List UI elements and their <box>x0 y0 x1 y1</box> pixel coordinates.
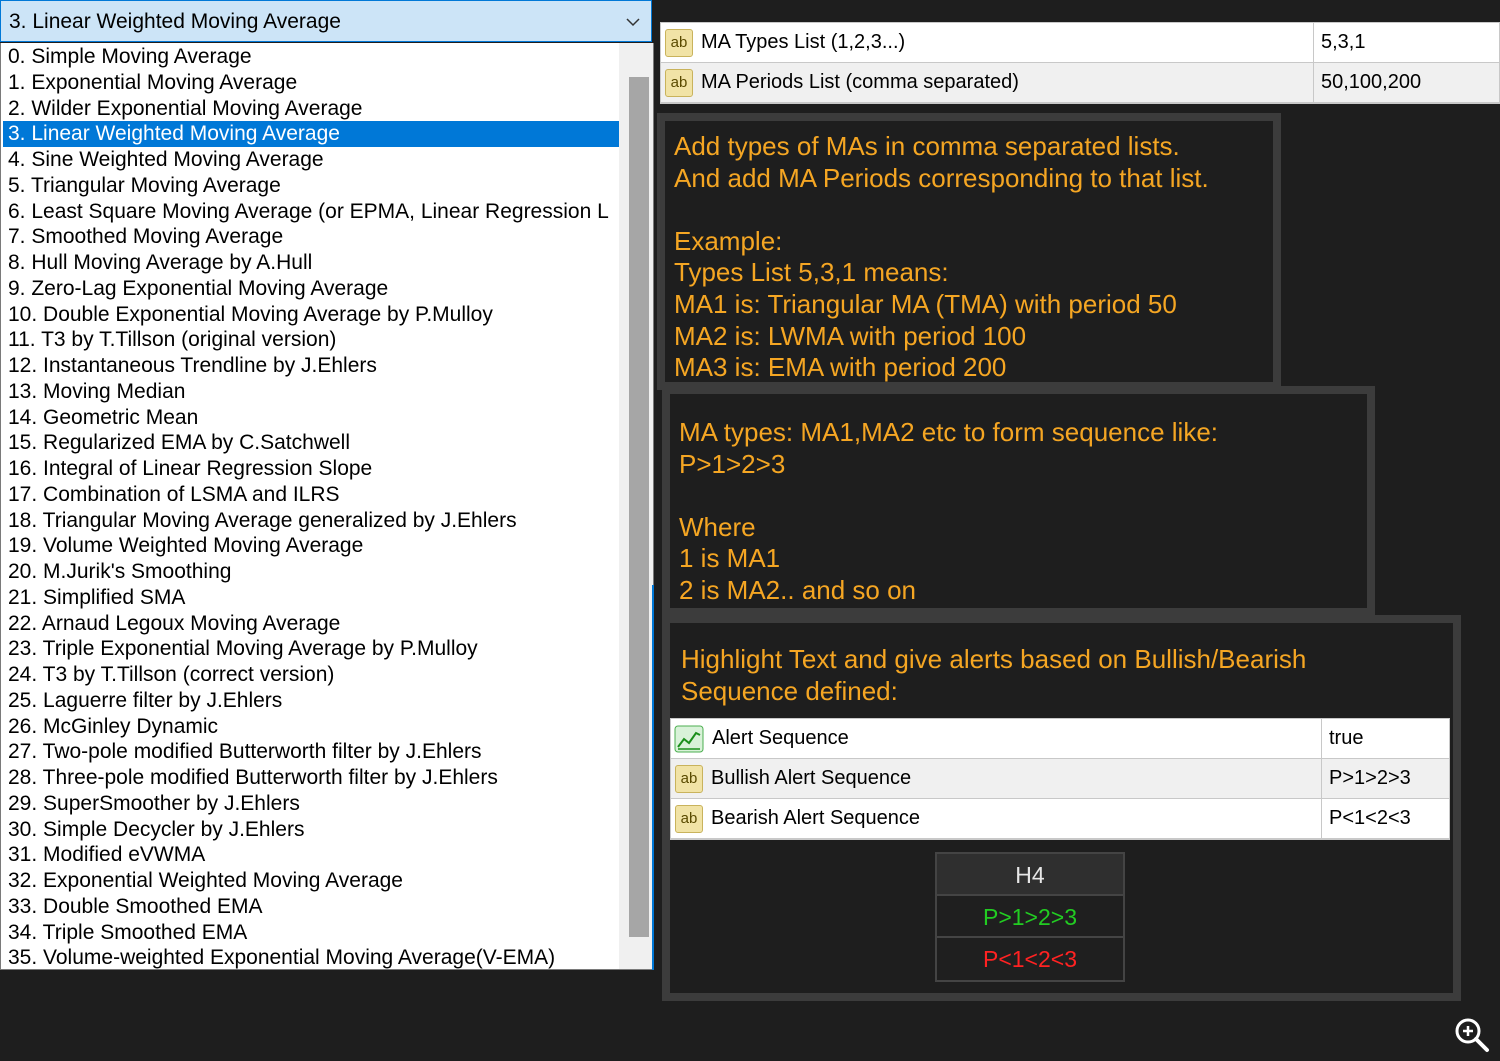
string-param-icon: ab <box>665 28 693 57</box>
column-divider <box>1321 719 1322 758</box>
dropdown-option[interactable]: 19. Volume Weighted Moving Average <box>3 533 619 559</box>
info-text-line: 2 is MA2.. and so on <box>679 574 917 605</box>
dropdown-options: 0. Simple Moving Average 1. Exponential M… <box>3 44 619 969</box>
info-text-line: 1 is MA1 <box>679 543 781 574</box>
param-value[interactable]: true <box>1329 727 1363 750</box>
dropdown-option[interactable]: 10. Double Exponential Moving Average by… <box>3 302 619 328</box>
string-param-icon: ab <box>675 764 703 793</box>
info-text-line: Where <box>679 511 756 542</box>
param-name: Alert Sequence <box>712 727 849 749</box>
dropdown-option[interactable]: 11. T3 by T.Tillson (original version) <box>3 327 619 353</box>
dropdown-option[interactable]: 27. Two-pole modified Butterworth filter… <box>3 739 619 765</box>
info-text-line: MA types: MA1,MA2 etc to form sequence l… <box>679 417 1219 447</box>
param-name: MA Types List (1,2,3...) <box>701 31 906 53</box>
bullish-sequence-label: P>1>2>3 <box>937 896 1123 938</box>
param-name: Bullish Alert Sequence <box>711 767 912 789</box>
bool-param-chart-icon <box>674 725 704 752</box>
ma-parameters-grid: ab MA Types List (1,2,3...) 5,3,1 ab MA … <box>660 22 1500 104</box>
string-param-icon: ab <box>665 68 693 97</box>
dropdown-option[interactable]: 17. Combination of LSMA and ILRS <box>3 482 619 508</box>
info-text-line: Types List 5,3,1 means: <box>674 257 949 288</box>
dropdown-option[interactable]: 13. Moving Median <box>3 379 619 405</box>
dropdown-option[interactable]: 8. Hull Moving Average by A.Hull <box>3 250 619 276</box>
sequence-status-table: H4 P>1>2>3 P<1<2<3 <box>935 852 1125 982</box>
dropdown-option[interactable]: 0. Simple Moving Average <box>3 44 619 70</box>
param-value[interactable]: P>1>2>3 <box>1329 767 1411 790</box>
info-text-line: And add MA Periods corresponding to that… <box>674 162 1209 193</box>
param-value[interactable]: 50,100,200 <box>1321 71 1421 94</box>
bearish-sequence-label: P<1<2<3 <box>937 938 1123 980</box>
param-name: Bearish Alert Sequence <box>711 807 921 829</box>
info-box-ma-lists: Add types of MAs in comma separated list… <box>657 113 1281 390</box>
dropdown-option[interactable]: 16. Integral of Linear Regression Slope <box>3 456 619 482</box>
dropdown-option[interactable]: 23. Triple Exponential Moving Average by… <box>3 636 619 662</box>
string-param-icon: ab <box>675 804 703 833</box>
param-row-ma-periods[interactable]: ab MA Periods List (comma separated) 50,… <box>661 63 1499 103</box>
info-text-line: P>1>2>3 <box>679 448 786 479</box>
info-text-line: Example: <box>674 225 783 256</box>
param-row-bullish-sequence[interactable]: ab Bullish Alert Sequence P>1>2>3 <box>671 759 1449 799</box>
ma-type-combobox[interactable]: 3. Linear Weighted Moving Average <box>0 0 652 42</box>
dropdown-option[interactable]: 7. Smoothed Moving Average <box>3 224 619 250</box>
dropdown-option[interactable]: 24. T3 by T.Tillson (correct version) <box>3 662 619 688</box>
dropdown-option[interactable]: 6. Least Square Moving Average (or EPMA,… <box>3 199 619 225</box>
column-divider <box>1321 759 1322 798</box>
dropdown-option[interactable]: 25. Laguerre filter by J.Ehlers <box>3 688 619 714</box>
param-name: MA Periods List (comma separated) <box>701 71 1019 93</box>
info-text-line <box>679 480 1367 512</box>
info-text-line: MA3 is: EMA with period 200 <box>674 352 1007 383</box>
combobox-selected-value: 3. Linear Weighted Moving Average <box>9 10 341 33</box>
dropdown-option[interactable]: 1. Exponential Moving Average <box>3 70 619 96</box>
dropdown-option[interactable]: 5. Triangular Moving Average <box>3 173 619 199</box>
param-value[interactable]: 5,3,1 <box>1321 31 1365 54</box>
dropdown-option[interactable]: 14. Geometric Mean <box>3 405 619 431</box>
dropdown-option[interactable]: 35. Volume-weighted Exponential Moving A… <box>3 945 619 969</box>
param-row-bearish-sequence[interactable]: ab Bearish Alert Sequence P<1<2<3 <box>671 799 1449 839</box>
info-text-line: Highlight Text and give alerts based on … <box>681 644 1307 674</box>
info-box-sequence: MA types: MA1,MA2 etc to form sequence l… <box>662 386 1375 616</box>
focus-border <box>652 585 654 970</box>
column-divider <box>1313 23 1314 62</box>
dropdown-option[interactable]: 20. M.Jurik's Smoothing <box>3 559 619 585</box>
zoom-in-icon[interactable] <box>1453 1016 1491 1054</box>
info-text-line: Add types of MAs in comma separated list… <box>674 131 1180 161</box>
param-value[interactable]: P<1<2<3 <box>1329 807 1411 830</box>
dropdown-option[interactable]: 33. Double Smoothed EMA <box>3 894 619 920</box>
dropdown-option[interactable]: 2. Wilder Exponential Moving Average <box>3 96 619 122</box>
info-text-line: MA1 is: Triangular MA (TMA) with period … <box>674 288 1177 319</box>
dropdown-option[interactable]: 26. McGinley Dynamic <box>3 714 619 740</box>
param-row-alert-sequence[interactable]: Alert Sequence true <box>671 719 1449 759</box>
dropdown-option[interactable]: 3. Linear Weighted Moving Average <box>3 121 619 147</box>
dropdown-option[interactable]: 4. Sine Weighted Moving Average <box>3 147 619 173</box>
dropdown-option[interactable]: 9. Zero-Lag Exponential Moving Average <box>3 276 619 302</box>
column-divider <box>1321 799 1322 838</box>
dropdown-option[interactable]: 15. Regularized EMA by C.Satchwell <box>3 430 619 456</box>
dropdown-option[interactable]: 22. Arnaud Legoux Moving Average <box>3 611 619 637</box>
info-text-line <box>674 194 1273 226</box>
dropdown-option[interactable]: 31. Modified eVWMA <box>3 842 619 868</box>
dropdown-option[interactable]: 21. Simplified SMA <box>3 585 619 611</box>
dropdown-option[interactable]: 29. SuperSmoother by J.Ehlers <box>3 791 619 817</box>
param-row-ma-types[interactable]: ab MA Types List (1,2,3...) 5,3,1 <box>661 23 1499 63</box>
info-text-line: Sequence defined: <box>681 675 898 706</box>
timeframe-label: H4 <box>937 854 1123 896</box>
dropdown-option[interactable]: 28. Three-pole modified Butterworth filt… <box>3 765 619 791</box>
dropdown-option[interactable]: 12. Instantaneous Trendline by J.Ehlers <box>3 353 619 379</box>
column-divider <box>1313 63 1314 102</box>
info-text-line: MA2 is: LWMA with period 100 <box>674 320 1027 351</box>
alert-parameters-grid: Alert Sequence true ab Bullish Alert Seq… <box>670 718 1450 840</box>
dropdown-option[interactable]: 18. Triangular Moving Average generalize… <box>3 508 619 534</box>
scrollbar[interactable] <box>619 43 653 969</box>
ma-type-dropdown-list[interactable]: 0. Simple Moving Average 1. Exponential M… <box>0 43 654 970</box>
chevron-down-icon[interactable] <box>625 14 641 30</box>
dropdown-option[interactable]: 32. Exponential Weighted Moving Average <box>3 868 619 894</box>
dropdown-option[interactable]: 34. Triple Smoothed EMA <box>3 920 619 946</box>
scrollbar-thumb[interactable] <box>629 77 649 937</box>
dropdown-option[interactable]: 30. Simple Decycler by J.Ehlers <box>3 817 619 843</box>
